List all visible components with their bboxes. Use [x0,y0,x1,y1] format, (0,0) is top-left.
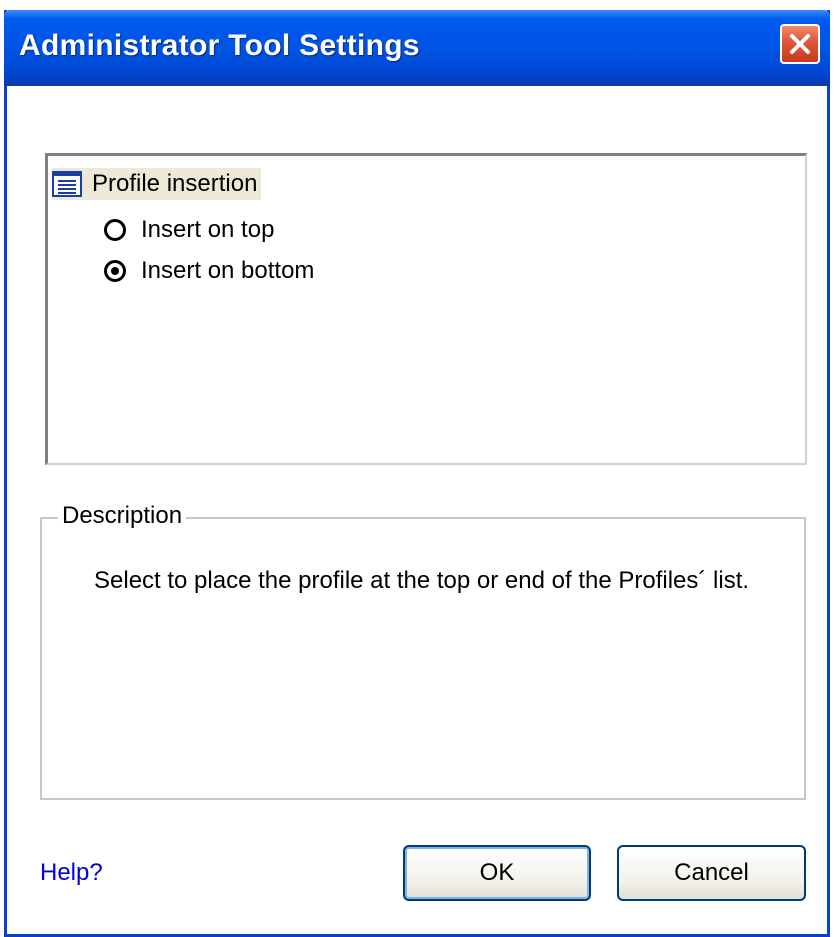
group-profile-insertion[interactable]: Profile insertion [52,168,262,200]
description-text: Select to place the profile at the top o… [94,567,750,594]
help-link[interactable]: Help? [40,859,103,887]
close-icon [790,34,810,54]
title-bar[interactable]: Administrator Tool Settings [4,10,830,86]
cancel-button[interactable]: Cancel [617,845,806,901]
close-button[interactable] [780,24,820,64]
ok-button[interactable]: OK [403,845,591,901]
radio-insert-on-bottom[interactable]: Insert on bottom [104,254,314,288]
radio-insert-on-top[interactable]: Insert on top [104,213,274,247]
radio-label: Insert on bottom [141,257,315,284]
options-panel: Profile insertion Insert on top Insert o… [45,153,807,465]
radio-button-checked[interactable] [104,260,126,282]
window-title: Administrator Tool Settings [19,29,420,62]
description-group: Description Select to place the profile … [40,502,806,800]
list-icon [52,171,82,197]
radio-button-unchecked[interactable] [104,219,126,241]
radio-label: Insert on top [141,216,275,243]
group-label: Profile insertion [92,170,258,197]
description-legend: Description [58,502,187,530]
